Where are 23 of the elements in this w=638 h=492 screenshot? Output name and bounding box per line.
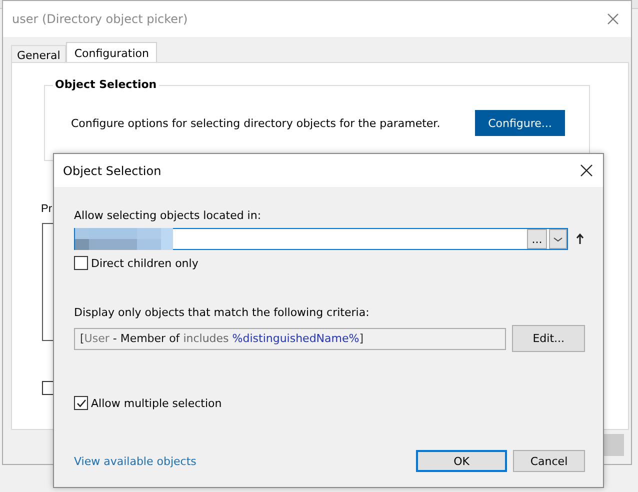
checkbox[interactable] xyxy=(74,256,88,270)
description-text: Configure options for selecting directory objects for the parameter. xyxy=(71,116,440,130)
up-arrow-icon[interactable] xyxy=(576,233,584,245)
view-objects-link[interactable]: View available objects xyxy=(74,454,196,468)
field-label: Allow selecting objects located in: xyxy=(74,209,262,222)
window-title: user (Directory object picker) xyxy=(12,12,188,26)
dialog-button[interactable]: Cancel xyxy=(513,450,585,472)
checkbox-label[interactable]: Direct children only xyxy=(91,256,198,270)
close-icon[interactable] xyxy=(580,164,593,177)
checkbox[interactable] xyxy=(74,396,88,410)
group-title: Object Selection xyxy=(53,78,159,91)
edit-button[interactable]: Edit... xyxy=(512,325,585,352)
criteria-field: [User - Member of includes %distinguishedName%] xyxy=(74,328,506,350)
tab[interactable]: General xyxy=(11,45,66,62)
dialog-button[interactable]: OK xyxy=(416,450,507,472)
configure-button[interactable]: Configure... xyxy=(475,110,565,136)
location-combo-box[interactable]: ... xyxy=(74,228,568,250)
list-label: Pr xyxy=(41,203,52,215)
dialog-title: Object Selection xyxy=(63,164,162,178)
checkbox-label[interactable]: Allow multiple selection xyxy=(91,396,222,410)
field-label: Display only objects that match the following criteria: xyxy=(74,306,370,319)
tab[interactable]: Configuration xyxy=(66,42,157,62)
browse-button[interactable]: ... xyxy=(527,229,547,249)
